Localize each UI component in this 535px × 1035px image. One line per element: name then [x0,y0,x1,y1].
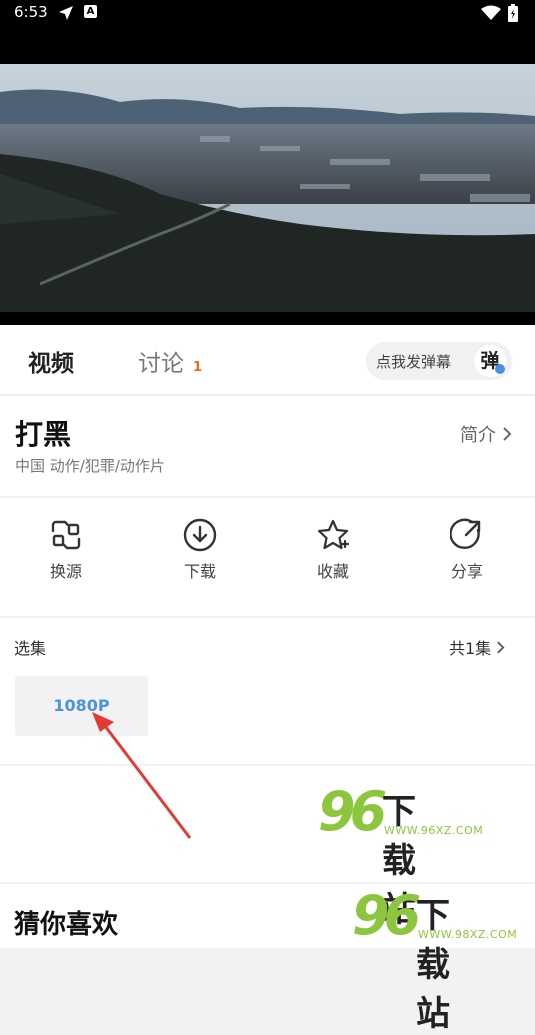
chevron-right-icon [497,641,505,654]
video-frame-image [0,64,535,312]
download-icon [183,518,217,552]
movie-title: 打黑 [15,418,72,451]
chevron-right-icon [503,427,512,441]
status-bar: 6:53 A [0,0,535,26]
episode-chip-1080p[interactable]: 1080P [15,676,148,736]
danmaku-label: 点我发弹幕 [376,353,452,371]
download-button[interactable]: 下载 [150,518,250,582]
action-label: 换源 [49,562,82,581]
notification-a-icon: A [84,5,97,18]
discussion-count-badge: 1 [193,360,203,375]
movie-meta: 中国 动作/犯罪/动作片 [15,457,165,475]
intro-link[interactable]: 简介 [460,421,512,447]
episode-selector: 选集 共1集 1080P [0,618,535,764]
movie-info: 打黑 中国 动作/犯罪/动作片 简介 [0,396,535,496]
send-danmaku-button[interactable]: 点我发弹幕 弹 [366,342,512,380]
video-player[interactable] [0,26,535,325]
danmaku-icon: 弹 [474,345,506,377]
battery-icon [508,4,518,22]
action-bar: 换源 下载 收藏 分享 [0,498,535,616]
action-label: 下载 [183,562,216,581]
favorite-button[interactable]: 收藏 [283,518,383,582]
switch-source-icon [51,520,81,550]
tab-video[interactable]: 视频 [28,344,74,378]
action-label: 分享 [450,562,483,581]
navigation-icon [59,6,73,20]
switch-source-button[interactable]: 换源 [16,518,116,582]
star-icon [317,519,350,550]
action-label: 收藏 [316,562,349,581]
share-icon [450,518,481,550]
share-button[interactable]: 分享 [417,518,517,582]
status-time: 6:53 [14,3,48,21]
wifi-icon [481,5,501,20]
episode-header: 选集 [14,639,47,658]
episode-count-link[interactable]: 共1集 [449,635,505,659]
recommend-title: 猜你喜欢 [14,910,119,940]
content-tabs: 视频 讨论 1 点我发弹幕 弹 [0,325,535,395]
tab-discussion[interactable]: 讨论 [138,344,184,378]
